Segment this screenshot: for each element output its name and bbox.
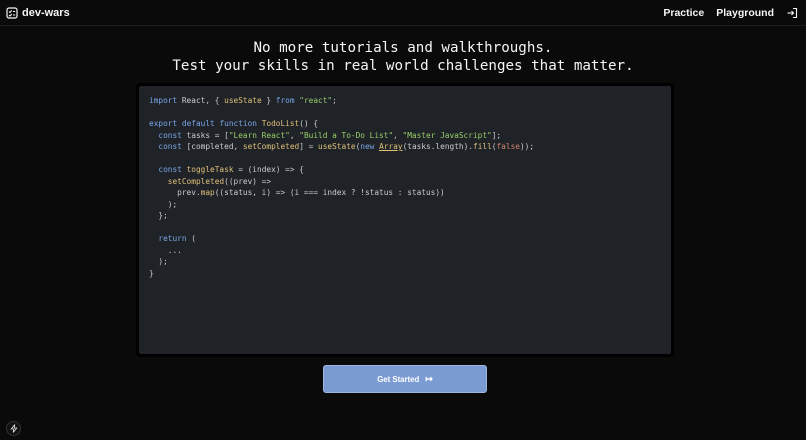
nav-links: Practice Playground — [663, 7, 798, 19]
hero-headline: No more tutorials and walkthroughs. Test… — [0, 39, 806, 75]
code-line: ); — [149, 257, 168, 266]
code-line: import React, { useState } from "react"; — [149, 96, 337, 105]
code-editor: import React, { useState } from "react";… — [139, 86, 671, 354]
code-line: prev.map((status, i) => (i === index ? !… — [149, 188, 445, 197]
arrow-right-icon: ↦ — [425, 373, 433, 384]
code-line: const [completed, setCompleted] = useSta… — [158, 142, 535, 151]
brand-logo[interactable]: dev-wars — [6, 7, 70, 19]
code-line: export default function TodoList() { — [149, 119, 319, 128]
hero-line-1: No more tutorials and walkthroughs. — [253, 40, 553, 56]
get-started-button[interactable]: Get Started ↦ — [323, 365, 487, 393]
todo-list-icon — [6, 6, 18, 19]
lightning-bolt-button[interactable] — [6, 421, 21, 436]
lightning-bolt-icon — [9, 420, 18, 438]
code-line: ... — [149, 245, 182, 255]
code-line: setCompleted((prev) => — [167, 176, 272, 186]
logout-icon[interactable] — [786, 7, 798, 19]
top-navbar: dev-wars Practice Playground — [0, 0, 806, 26]
code-line: }; — [149, 211, 168, 220]
code-line: const toggleTask = (index) => { — [158, 165, 304, 174]
code-line: ); — [149, 199, 178, 209]
brand-name: dev-wars — [22, 6, 70, 19]
code-line: } — [149, 268, 154, 278]
code-line: const tasks = ["Learn React", "Build a T… — [158, 130, 502, 140]
nav-playground-link[interactable]: Playground — [716, 7, 774, 19]
code-editor-frame: import React, { useState } from "react";… — [136, 83, 674, 357]
get-started-label: Get Started — [377, 374, 420, 384]
nav-practice-link[interactable]: Practice — [663, 7, 704, 19]
code-line: return ( — [158, 234, 196, 243]
hero-line-2: Test your skills in real world challenge… — [172, 58, 634, 74]
